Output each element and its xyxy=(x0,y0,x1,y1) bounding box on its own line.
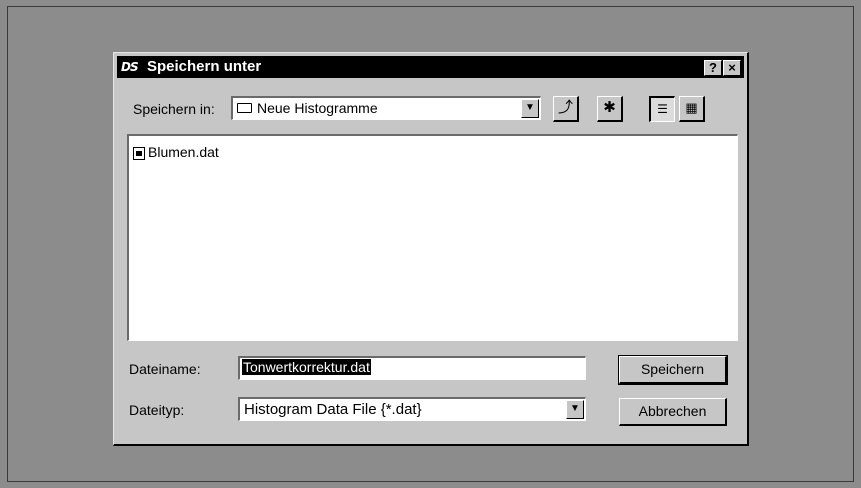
data-file-icon xyxy=(133,146,145,160)
filetype-label: Dateityp: xyxy=(129,402,185,418)
new-folder-button[interactable]: ✱ xyxy=(597,96,623,122)
chevron-down-icon[interactable]: ▼ xyxy=(521,99,539,118)
details-view-icon: ▦ xyxy=(685,100,698,115)
file-name: Blumen.dat xyxy=(148,144,219,160)
filetype-value: Histogram Data File {*.dat} xyxy=(244,401,422,418)
close-button[interactable]: × xyxy=(723,60,741,76)
app-logo-icon: DS xyxy=(121,60,139,74)
save-button[interactable]: Speichern xyxy=(618,355,728,385)
dialog-title: Speichern unter xyxy=(147,58,262,75)
folder-up-icon: ⤴ xyxy=(557,99,573,116)
list-view-button[interactable]: ☰ xyxy=(649,96,675,122)
new-folder-icon: ✱ xyxy=(603,99,616,116)
list-view-icon: ☰ xyxy=(657,102,668,116)
save-in-dropdown[interactable]: Neue Histogramme ▼ xyxy=(231,96,541,120)
cancel-button[interactable]: Abbrechen xyxy=(619,398,727,426)
filename-label: Dateiname: xyxy=(129,361,201,377)
list-item[interactable]: Blumen.dat xyxy=(133,144,219,160)
title-bar[interactable]: DS Speichern unter ? × xyxy=(117,56,744,78)
details-view-button[interactable]: ▦ xyxy=(679,96,705,122)
save-in-label: Speichern in: xyxy=(133,101,215,117)
filename-value: Tonwertkorrektur.dat xyxy=(242,359,371,375)
filename-input[interactable]: Tonwertkorrektur.dat xyxy=(238,356,586,380)
folder-icon xyxy=(237,103,252,113)
filetype-dropdown[interactable]: Histogram Data File {*.dat} ▼ xyxy=(238,397,586,421)
up-one-level-button[interactable]: ⤴ xyxy=(553,96,579,122)
file-list[interactable]: Blumen.dat xyxy=(127,134,738,341)
help-button[interactable]: ? xyxy=(704,60,722,76)
chevron-down-icon[interactable]: ▼ xyxy=(566,400,584,419)
save-in-folder-name: Neue Histogramme xyxy=(257,100,378,116)
